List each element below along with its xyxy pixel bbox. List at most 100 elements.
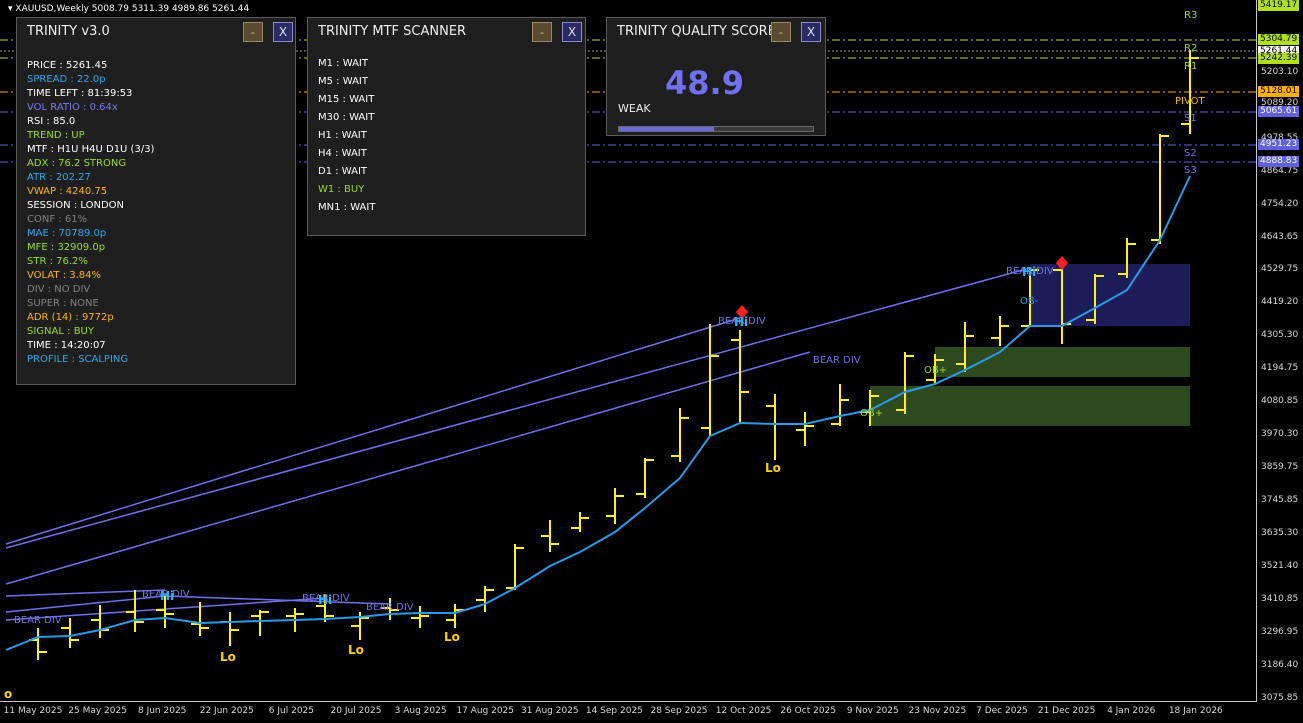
stat-value: LONDON [80,200,125,211]
mtf-scanner-title: TRINITY MTF SCANNER [318,24,467,39]
time-tick: 17 Aug 2025 [456,706,515,716]
hi-label: Hi [160,589,174,603]
trinity-stat-row: VOLAT : 3.84% [27,270,102,281]
mtf-timeframe: H1 [318,130,332,141]
stat-label: MFE [27,242,48,253]
mtf-status: WAIT [342,58,368,69]
mtf-timeframe: H4 [318,148,332,159]
mtf-status: WAIT [341,130,367,141]
time-tick: 14 Sep 2025 [585,706,643,716]
price-tick: 4080.85 [1261,396,1299,406]
mtf-close-button[interactable]: X [562,22,582,42]
ohlc-values: 5008.79 5311.39 4989.86 5261.44 [91,4,250,14]
time-tick: 25 May 2025 [68,706,127,716]
price-tick: 4529.75 [1261,264,1299,274]
pivot-label: PIVOT [1175,96,1206,107]
stat-label: PRICE [27,60,57,71]
trinity-stat-row: PROFILE : SCALPING [27,354,129,365]
price-tick: 4643.65 [1261,232,1299,242]
trinity-stat-row: ADR (14) : 9772p [27,312,114,323]
stat-label: RSI [27,116,44,127]
quality-progress-track [618,126,814,132]
quality-score-panel: TRINITY QUALITY SCORE - X 48.9 WEAK [606,17,826,136]
time-tick: 11 May 2025 [3,706,63,716]
trinity-stat-row: TIME : 14:20:07 [27,340,106,351]
stat-label: TREND [27,130,62,141]
stat-label: STR [27,256,47,267]
mtf-status: WAIT [341,166,368,177]
trinity-close-button[interactable]: X [273,22,293,42]
trinity-stat-row: DIV : NO DIV [27,284,91,295]
s3-label: S3 [1184,165,1197,176]
mtf-row: H1 : WAIT [318,130,367,141]
dropdown-arrow-icon[interactable]: ▾ [8,4,13,14]
trinity-minimize-button[interactable]: - [243,22,263,42]
price-tick: 3075.85 [1261,693,1299,703]
mtf-minimize-button[interactable]: - [532,22,552,42]
trinity-stat-row: SESSION : LONDON [27,200,125,211]
price-tick: 3186.40 [1261,660,1299,670]
s1-label: S1 [1184,113,1197,124]
stat-value: H1U H4U D1U (3/3) [57,144,155,155]
stat-label: VWAP [27,186,57,197]
time-tick: 12 Oct 2025 [715,706,772,716]
stat-value: 81:39:53 [87,88,133,99]
stat-label: SESSION [27,200,71,211]
time-tick: 23 Nov 2025 [908,706,967,716]
stat-value: 9772p [81,312,114,323]
price-level-tag: 5304.79 [1258,34,1300,45]
quality-grade: WEAK [618,102,651,115]
stat-label: MTF [27,144,48,155]
stat-label: TIME LEFT [27,88,78,99]
mtf-row: H4 : WAIT [318,148,367,159]
ob-plus-zone-lower [870,386,1190,426]
ob-plus-label: OB+ [860,408,883,419]
time-tick: 26 Oct 2025 [780,706,837,716]
price-tick: 4194.75 [1261,363,1299,373]
symbol-name: XAUUSD,Weekly [15,4,89,14]
stat-value: 202.27 [55,172,91,183]
quality-minimize-button[interactable]: - [771,22,791,42]
stat-value: UP [71,130,85,141]
price-tick: 5203.10 [1261,67,1299,77]
stat-value: NONE [69,298,99,309]
price-level-tag: 5242.39 [1258,53,1300,64]
price-tick: 3970.30 [1261,429,1299,439]
mtf-row: W1 : BUY [318,184,365,195]
stat-label: ADX [27,158,49,169]
stat-value: 4240.75 [65,186,108,197]
mtf-status: WAIT [341,148,367,159]
time-tick: 18 Jan 2026 [1168,706,1223,716]
stat-label: ATR [27,172,47,183]
r1-label: R1 [1184,61,1197,72]
trinity-stat-row: SIGNAL : BUY [27,326,94,337]
lo-label: Lo [765,461,781,475]
stat-label: MAE [27,228,49,239]
stat-value: 5261.45 [65,60,108,71]
mtf-timeframe: M5 [318,76,333,87]
stat-value: 32909.0p [57,242,106,253]
quality-close-button[interactable]: X [801,22,821,42]
quality-score-title: TRINITY QUALITY SCORE [617,24,776,39]
trinity-stat-row: TIME LEFT : 81:39:53 [27,88,133,99]
stat-value: 85.0 [52,116,76,127]
stat-value: 76.2% [56,256,88,267]
price-scale[interactable]: 5203.10 5089.20 4978.55 4864.75 4754.20 4643.… [1257,0,1303,703]
time-scale[interactable]: 11 May 2025 25 May 2025 8 Jun 2025 22 Jun 2… [0,702,1257,723]
chart-area[interactable]: BEAR DIV BEAR DIV BEAR DIV BEAR DIV BEAR… [0,0,1257,702]
stat-label: DIV [27,284,45,295]
price-tick: 3521.40 [1261,561,1299,571]
trinity-panel: TRINITY v3.0 - X PRICE : 5261.45 SPREAD :… [16,17,296,385]
stat-label: SIGNAL [27,326,64,337]
time-tick: 22 Jun 2025 [199,706,254,716]
mtf-row: D1 : WAIT [318,166,368,177]
lo-label: Lo [444,630,460,644]
time-tick: 21 Dec 2025 [1037,706,1096,716]
lo-label-partial: o [4,687,12,701]
trinity-stat-row: SUPER : NONE [27,298,99,309]
stat-value: BUY [73,326,94,337]
stat-label: SUPER [27,298,60,309]
hi-label: Hi [734,315,748,329]
trinity-stat-row: MTF : H1U H4U D1U (3/3) [27,144,155,155]
mtf-status: WAIT [349,112,375,123]
